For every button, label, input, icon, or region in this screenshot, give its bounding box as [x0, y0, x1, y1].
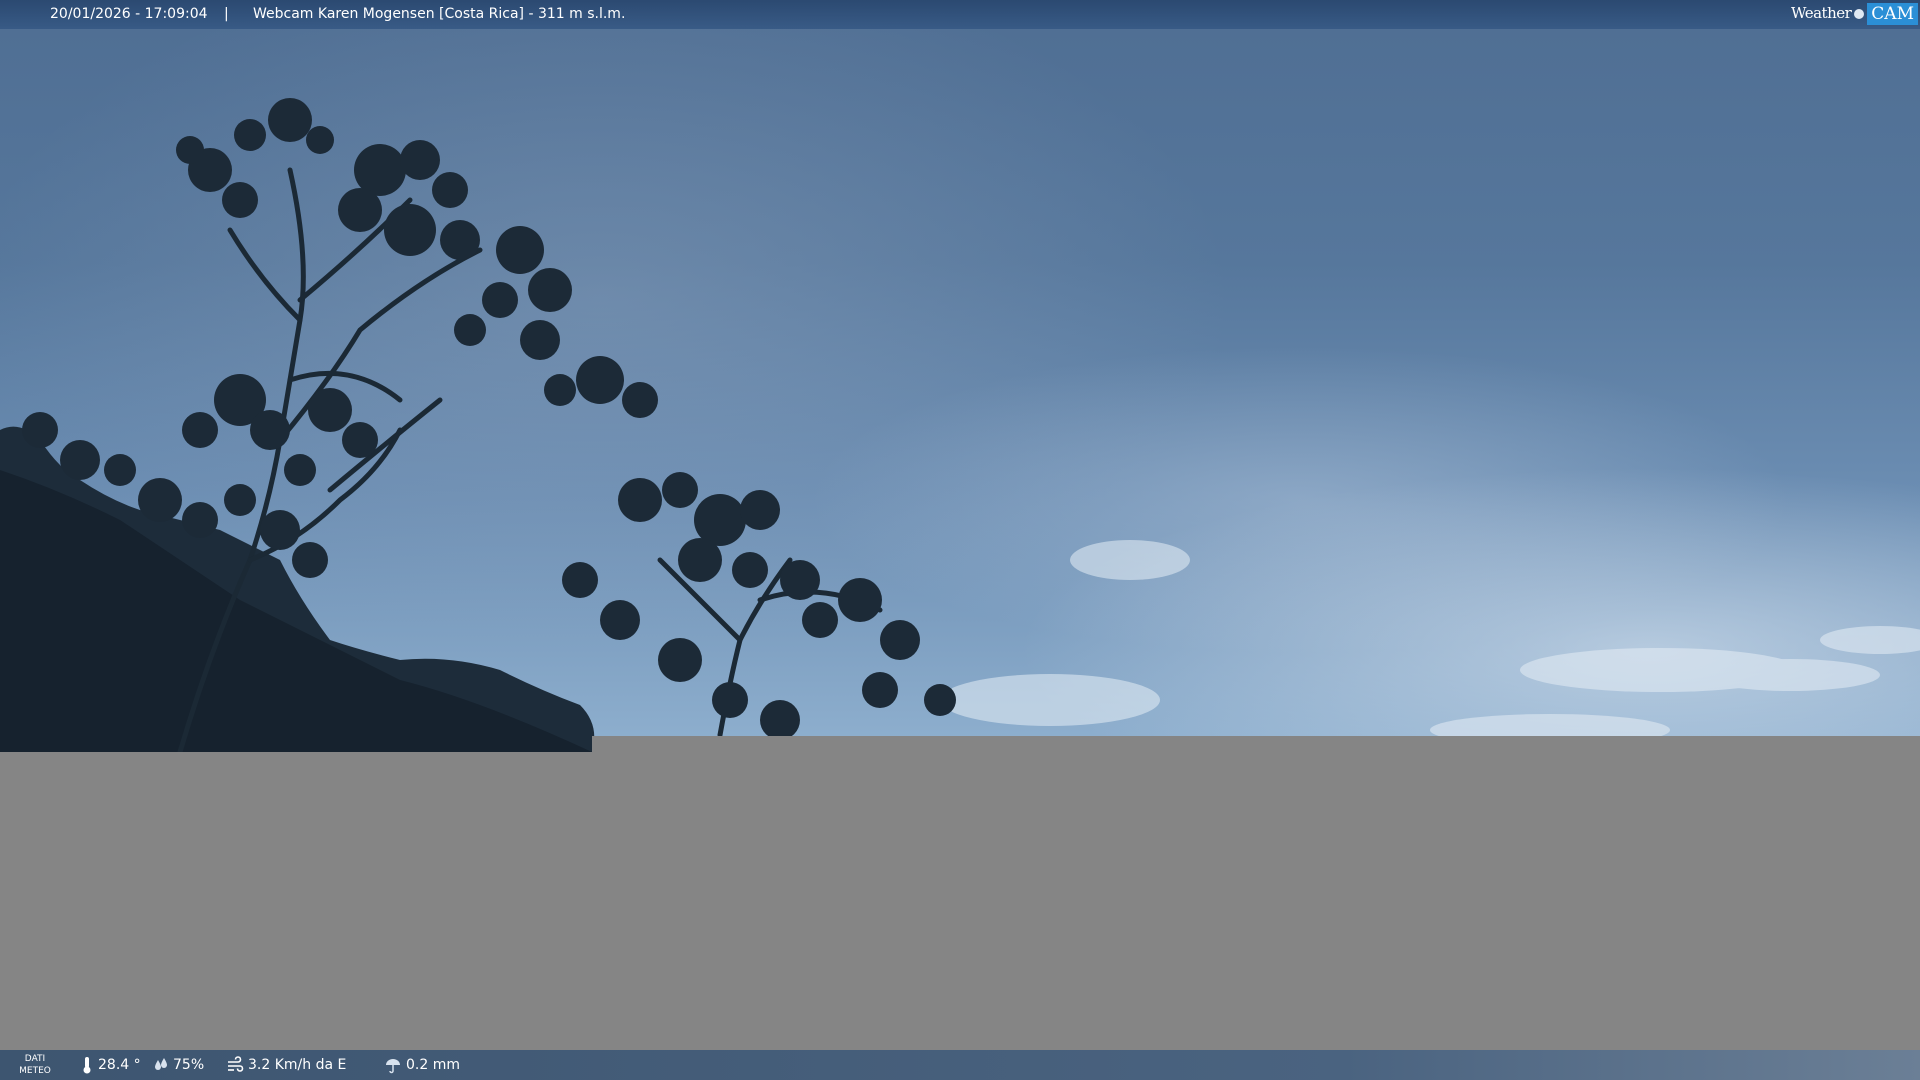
weather-data-bar: DATI METEO 28.4 ° 75% 3.2 Km/h da E 0.2 …: [0, 1050, 1920, 1080]
wind-icon: [228, 1056, 244, 1072]
thermometer-icon: [83, 1057, 91, 1074]
header-bar: 20/01/2026 - 17:09:04 | Webcam Karen Mog…: [0, 0, 1920, 29]
wind-value: 3.2 Km/h da E: [248, 1057, 347, 1073]
webcam-title: Webcam Karen Mogensen [Costa Rica] - 311…: [253, 6, 626, 22]
rain-value: 0.2 mm: [406, 1057, 460, 1073]
rain-reading: 0.2 mm: [384, 1050, 460, 1080]
weathercam-logo[interactable]: Weather CAM: [1791, 0, 1918, 27]
meteo-label: METEO: [19, 1066, 51, 1076]
logo-weather-text: Weather: [1791, 4, 1852, 22]
dati-label: DATI: [24, 1054, 46, 1064]
temperature-reading: 28.4 °: [80, 1050, 141, 1080]
humidity-reading: 75%: [153, 1050, 204, 1080]
humidity-value: 75%: [173, 1057, 205, 1073]
logo-globe-icon: [1854, 8, 1865, 19]
droplets-icon: [155, 1058, 167, 1070]
webcam-image: [0, 0, 1920, 752]
temperature-value: 28.4 °: [98, 1057, 141, 1073]
logo-cam-text: CAM: [1867, 2, 1918, 25]
missing-image-region-lower: [0, 752, 1920, 1050]
rain-icon: [386, 1059, 400, 1074]
timestamp: 20/01/2026 - 17:09:04: [50, 6, 208, 22]
wind-reading: 3.2 Km/h da E: [226, 1050, 346, 1080]
webcam-frame: 20/01/2026 - 17:09:04 | Webcam Karen Mog…: [0, 0, 1920, 1080]
tree-silhouettes: [0, 98, 1920, 752]
dati-meteo-label: DATI METEO: [18, 1053, 52, 1077]
header-separator: |: [224, 6, 229, 22]
